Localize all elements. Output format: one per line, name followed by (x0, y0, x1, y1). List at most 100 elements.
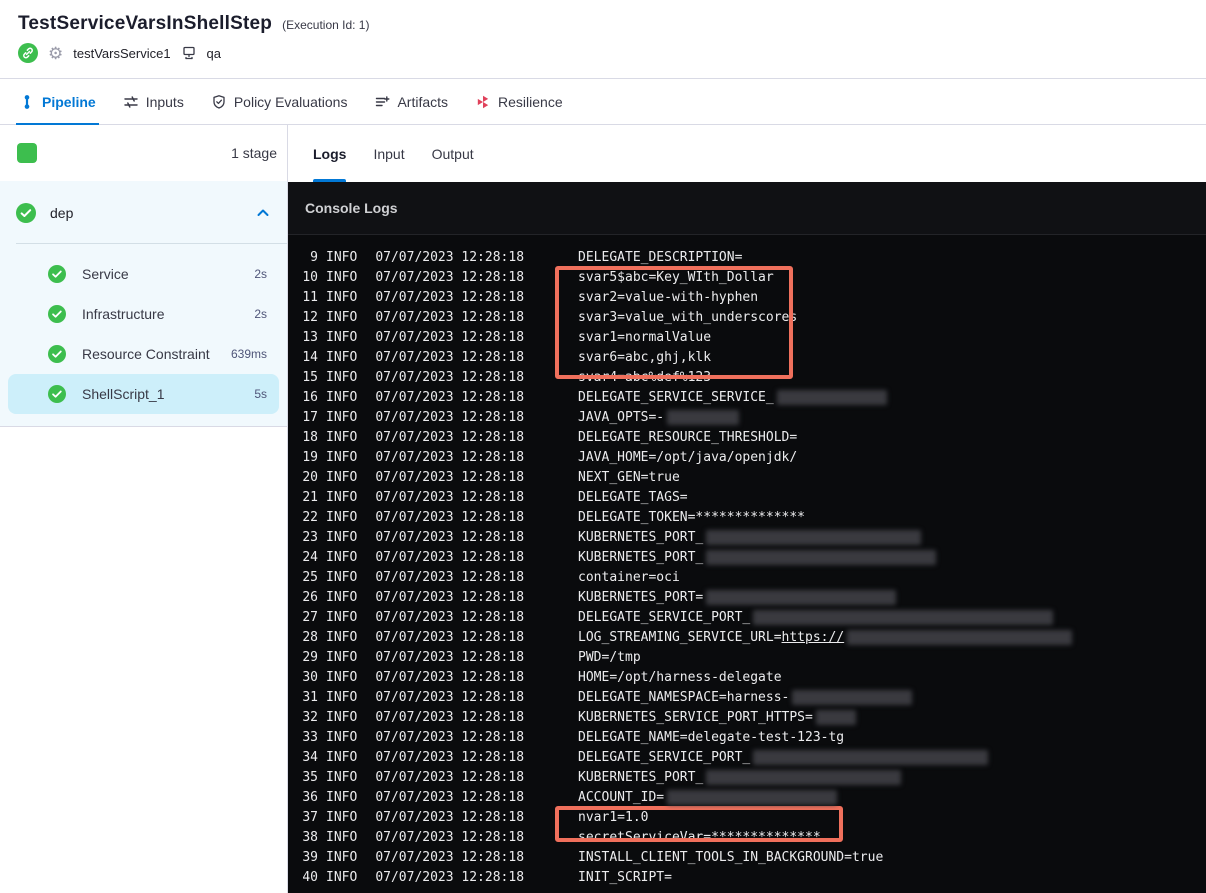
console: Console Logs 9 INFO 07/07/2023 12:28:18 DEL… (288, 182, 1206, 893)
stage-bar: 1 stage (0, 125, 287, 181)
tab-inputs[interactable]: Inputs (123, 79, 184, 124)
log-timestamp: 07/07/2023 12:28:18 (375, 809, 525, 825)
redacted-value (847, 629, 1073, 645)
sidebar-step-service[interactable]: Service 2s (0, 254, 287, 294)
log-timestamp: 07/07/2023 12:28:18 (375, 649, 525, 665)
redacted-value (753, 749, 989, 765)
log-line: 14 INFO 07/07/2023 12:28:18 svar6=abc,ghj,k… (296, 347, 1206, 367)
log-timestamp: 07/07/2023 12:28:18 (375, 509, 525, 525)
log-tab-logs[interactable]: Logs (313, 125, 347, 182)
log-timestamp: 07/07/2023 12:28:18 (375, 749, 525, 765)
log-text: NEXT_GEN=true (578, 469, 680, 485)
log-message: KUBERNETES_PORT_ (578, 769, 902, 785)
environment-icon (181, 45, 197, 61)
log-message: DELEGATE_DESCRIPTION= (578, 250, 742, 265)
tab-pipeline[interactable]: Pipeline (16, 79, 99, 125)
log-link[interactable]: https:// (782, 630, 845, 645)
app-root: TestServiceVarsInShellStep (Execution Id… (0, 0, 1206, 893)
log-line: 31 INFO 07/07/2023 12:28:18 DELEGATE_NAMESP… (296, 687, 1206, 707)
tab-artifacts[interactable]: Artifacts (374, 79, 448, 124)
log-level: INFO (326, 449, 358, 465)
log-timestamp: 07/07/2023 12:28:18 (375, 369, 525, 385)
log-timestamp: 07/07/2023 12:28:18 (375, 569, 525, 585)
log-line-number: 36 (302, 789, 318, 805)
stage-group-dep[interactable]: dep (0, 181, 287, 243)
content: 1 stage dep Service 2s Infrastructure 2s Res… (0, 125, 1206, 893)
sidebar-step-resource-constraint[interactable]: Resource Constraint 639ms (0, 334, 287, 374)
log-text: KUBERNETES_SERVICE_PORT_HTTPS= (578, 709, 813, 725)
log-timestamp: 07/07/2023 12:28:18 (375, 609, 525, 625)
log-line-number: 13 (302, 329, 318, 345)
log-timestamp: 07/07/2023 12:28:18 (375, 329, 525, 345)
console-title: Console Logs (305, 200, 398, 216)
log-message: KUBERNETES_PORT= (578, 589, 897, 605)
log-timestamp: 07/07/2023 12:28:18 (375, 869, 525, 885)
log-line: 9 INFO 07/07/2023 12:28:18 DELEGATE_DESCRIP… (296, 247, 1206, 267)
log-message: DELEGATE_NAMESPACE=harness- (578, 689, 913, 705)
sidebar-step-infrastructure[interactable]: Infrastructure 2s (0, 294, 287, 334)
log-line-number: 33 (302, 729, 318, 745)
log-line-number: 39 (302, 849, 318, 865)
log-line-number: 35 (302, 769, 318, 785)
log-text: KUBERNETES_PORT_ (578, 529, 704, 545)
log-message: NEXT_GEN=true (578, 470, 680, 485)
log-line: 19 INFO 07/07/2023 12:28:18 JAVA_HOME=/opt/… (296, 447, 1206, 467)
redacted-value (815, 709, 856, 725)
log-line: 28 INFO 07/07/2023 12:28:18 LOG_STREAMING_S… (296, 627, 1206, 647)
stage-status-square[interactable] (17, 143, 37, 163)
main-pane: Logs Input Output Console Logs 9 INFO 07/07/… (288, 125, 1206, 893)
log-text: secretServiceVar=************** (578, 829, 821, 845)
log-level: INFO (326, 749, 358, 765)
log-line-number: 40 (302, 869, 318, 885)
title-row: TestServiceVarsInShellStep (Execution Id… (18, 13, 1206, 35)
log-tab-input[interactable]: Input (373, 125, 404, 182)
log-timestamp: 07/07/2023 12:28:18 (375, 849, 525, 865)
check-circle-icon (48, 305, 66, 323)
log-level: INFO (326, 529, 358, 545)
log-timestamp: 07/07/2023 12:28:18 (375, 709, 525, 725)
tab-resilience[interactable]: Resilience (475, 79, 563, 124)
sidebar-step-shellscript-1[interactable]: ShellScript_1 5s (8, 374, 279, 414)
log-message: DELEGATE_SERVICE_PORT_ (578, 749, 989, 765)
log-line: 35 INFO 07/07/2023 12:28:18 KUBERNETES_PORT… (296, 767, 1206, 787)
tab-policy-evaluations[interactable]: Policy Evaluations (211, 79, 347, 124)
log-line: 40 INFO 07/07/2023 12:28:18 INIT_SCRIPT= (296, 867, 1206, 887)
log-level: INFO (326, 769, 358, 785)
log-line-number: 11 (302, 289, 318, 305)
resilience-icon (475, 94, 491, 110)
log-timestamp: 07/07/2023 12:28:18 (375, 829, 525, 845)
log-level: INFO (326, 569, 358, 585)
log-line: 38 INFO 07/07/2023 12:28:18 secretServiceVa… (296, 827, 1206, 847)
chevron-up-icon[interactable] (255, 205, 271, 221)
log-level: INFO (326, 669, 358, 685)
log-line: 37 INFO 07/07/2023 12:28:18 nvar1=1.0 (296, 807, 1206, 827)
log-text: DELEGATE_SERVICE_SERVICE_ (578, 389, 774, 405)
log-line-number: 14 (302, 349, 318, 365)
tab-label: Pipeline (42, 93, 96, 110)
log-line-number: 22 (302, 509, 318, 525)
log-message: INSTALL_CLIENT_TOOLS_IN_BACKGROUND=true (578, 850, 883, 865)
page-title: TestServiceVarsInShellStep (18, 13, 273, 34)
log-line: 11 INFO 07/07/2023 12:28:18 svar2=value-wit… (296, 287, 1206, 307)
log-line: 39 INFO 07/07/2023 12:28:18 INSTALL_CLIENT_… (296, 847, 1206, 867)
log-message: secretServiceVar=************** (578, 830, 821, 845)
log-line: 33 INFO 07/07/2023 12:28:18 DELEGATE_NAME=d… (296, 727, 1206, 747)
log-timestamp: 07/07/2023 12:28:18 (375, 289, 525, 305)
log-line-number: 21 (302, 489, 318, 505)
log-line-number: 10 (302, 269, 318, 285)
log-timestamp: 07/07/2023 12:28:18 (375, 309, 525, 325)
gear-icon: ⚙ (48, 43, 64, 63)
log-line: 17 INFO 07/07/2023 12:28:18 JAVA_OPTS=- (296, 407, 1206, 427)
log-line: 29 INFO 07/07/2023 12:28:18 PWD=/tmp (296, 647, 1206, 667)
log-timestamp: 07/07/2023 12:28:18 (375, 669, 525, 685)
log-timestamp: 07/07/2023 12:28:18 (375, 389, 525, 405)
log-tab-output[interactable]: Output (432, 125, 474, 182)
log-text: DELEGATE_NAMESPACE=harness- (578, 689, 790, 705)
log-level: INFO (326, 429, 358, 445)
log-line: 22 INFO 07/07/2023 12:28:18 DELEGATE_TOKEN=… (296, 507, 1206, 527)
log-line-number: 24 (302, 549, 318, 565)
log-message: JAVA_HOME=/opt/java/openjdk/ (578, 450, 797, 465)
log-line: 23 INFO 07/07/2023 12:28:18 KUBERNETES_PORT… (296, 527, 1206, 547)
log-text: svar5$abc=Key_WIth_Dollar (578, 269, 774, 285)
log-text: KUBERNETES_PORT= (578, 589, 704, 605)
